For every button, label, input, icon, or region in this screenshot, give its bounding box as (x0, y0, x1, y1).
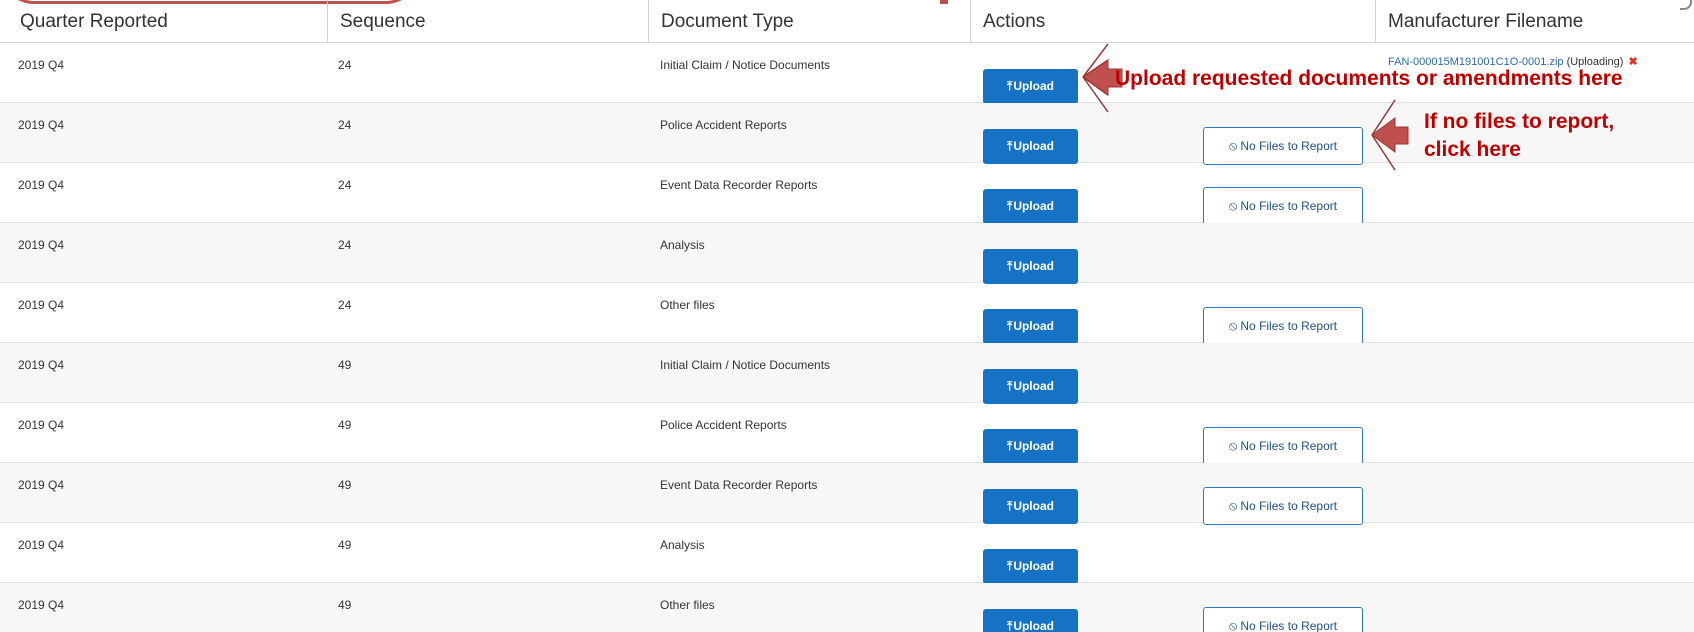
ban-icon: ⦸ (1228, 618, 1238, 632)
column-header-sequence[interactable]: Sequence (327, 0, 647, 43)
quarter-cell: 2019 Q4 (18, 298, 65, 312)
quarter-cell: 2019 Q4 (18, 538, 65, 552)
document-type-cell: Analysis (660, 238, 705, 252)
upload-icon: ⤒ (1007, 379, 1013, 393)
ban-icon: ⦸ (1228, 498, 1238, 513)
document-type-cell: Initial Claim / Notice Documents (660, 358, 831, 372)
upload-button-label: Upload (1013, 259, 1054, 273)
table-row: 2019 Q4 49 Initial Claim / Notice Document… (0, 343, 1694, 404)
no-files-button-label: No Files to Report (1240, 619, 1338, 632)
no-files-hint-line-1: If no files to report, (1424, 110, 1615, 133)
document-type-cell: Other files (660, 298, 715, 312)
no-files-to-report-button[interactable]: ⦸ No Files to Report (1203, 307, 1363, 345)
upload-button[interactable]: ⤒Upload (983, 429, 1078, 464)
sequence-cell: 49 (338, 358, 352, 372)
no-files-to-report-button[interactable]: ⦸ No Files to Report (1203, 427, 1363, 465)
no-files-button-label: No Files to Report (1240, 499, 1338, 513)
column-header-quarter[interactable]: Quarter Reported (0, 0, 327, 43)
no-files-to-report-button[interactable]: ⦸ No Files to Report (1203, 487, 1363, 525)
upload-button[interactable]: ⤒Upload (983, 189, 1078, 224)
upload-button[interactable]: ⤒Upload (983, 549, 1078, 584)
upload-icon: ⤒ (1007, 79, 1013, 93)
column-header-actions: Actions (970, 0, 1370, 43)
table-row: 2019 Q4 24 Other files ⤒Upload ⦸ No Files to … (0, 283, 1694, 345)
upload-button-label: Upload (1013, 79, 1054, 93)
upload-button-label: Upload (1013, 499, 1054, 513)
upload-icon: ⤒ (1007, 499, 1013, 513)
upload-button-label: Upload (1013, 319, 1054, 333)
no-files-hint-annotation: If no files to report, click here (1424, 108, 1684, 164)
upload-button[interactable]: ⤒Upload (983, 129, 1078, 164)
document-type-cell: Event Data Recorder Reports (660, 478, 818, 492)
upload-button[interactable]: ⤒Upload (983, 609, 1078, 632)
upload-button[interactable]: ⤒Upload (983, 369, 1078, 404)
upload-icon: ⤒ (1007, 259, 1013, 273)
document-type-cell: Event Data Recorder Reports (660, 178, 818, 192)
sequence-cell: 24 (338, 238, 352, 252)
no-files-button-label: No Files to Report (1240, 199, 1338, 213)
ban-icon: ⦸ (1228, 138, 1238, 153)
upload-button-label: Upload (1013, 439, 1054, 453)
upload-button-label: Upload (1013, 379, 1054, 393)
upload-button[interactable]: ⤒Upload (983, 489, 1078, 524)
sequence-cell: 24 (338, 118, 352, 132)
quarter-cell: 2019 Q4 (18, 358, 65, 372)
sequence-cell: 24 (338, 58, 352, 72)
quarter-cell: 2019 Q4 (18, 418, 65, 432)
table-row: 2019 Q4 49 Event Data Recorder Reports ⤒Upl… (0, 463, 1694, 525)
document-type-cell: Analysis (660, 538, 705, 552)
document-type-cell: Police Accident Reports (660, 118, 787, 132)
column-header-document-type[interactable]: Document Type (648, 0, 968, 43)
sequence-cell: 49 (338, 598, 352, 612)
upload-button-label: Upload (1013, 199, 1054, 213)
document-type-cell: Other files (660, 598, 715, 612)
no-files-hint-line-2: click here (1424, 138, 1521, 161)
upload-button[interactable]: ⤒Upload (983, 69, 1078, 104)
table-row: 2019 Q4 49 Analysis ⤒Upload (0, 523, 1694, 584)
upload-hint-annotation: Upload requested documents or amendments… (1115, 67, 1623, 90)
quarter-cell: 2019 Q4 (18, 58, 65, 72)
ban-icon: ⦸ (1228, 198, 1238, 213)
document-type-cell: Police Accident Reports (660, 418, 787, 432)
sequence-cell: 49 (338, 478, 352, 492)
upload-icon: ⤒ (1007, 199, 1013, 213)
no-files-to-report-button[interactable]: ⦸ No Files to Report (1203, 127, 1363, 165)
upload-icon: ⤒ (1007, 319, 1013, 333)
quarter-cell: 2019 Q4 (18, 478, 65, 492)
column-header-manufacturer-filename[interactable]: Manufacturer Filename (1375, 0, 1694, 43)
close-icon[interactable]: ✖ (1629, 56, 1638, 68)
sequence-cell: 49 (338, 538, 352, 552)
sequence-cell: 49 (338, 418, 352, 432)
sequence-cell: 24 (338, 178, 352, 192)
upload-button[interactable]: ⤒Upload (983, 309, 1078, 344)
document-type-cell: Initial Claim / Notice Documents (660, 58, 831, 72)
quarter-cell: 2019 Q4 (18, 178, 65, 192)
sequence-cell: 24 (338, 298, 352, 312)
table-row: 2019 Q4 24 Analysis ⤒Upload (0, 223, 1694, 284)
no-files-to-report-button[interactable]: ⦸ No Files to Report (1203, 187, 1363, 225)
quarter-cell: 2019 Q4 (18, 238, 65, 252)
no-files-button-label: No Files to Report (1240, 319, 1338, 333)
upload-icon: ⤒ (1007, 139, 1013, 153)
upload-button-label: Upload (1013, 139, 1054, 153)
no-files-button-label: No Files to Report (1240, 139, 1338, 153)
upload-button[interactable]: ⤒Upload (983, 249, 1078, 284)
table-row: 2019 Q4 49 Other files ⤒Upload ⦸ No Files to … (0, 583, 1694, 632)
ban-icon: ⦸ (1228, 318, 1238, 333)
quarter-cell: 2019 Q4 (18, 118, 65, 132)
ban-icon: ⦸ (1228, 438, 1238, 453)
upload-button-label: Upload (1013, 619, 1054, 632)
no-files-to-report-button[interactable]: ⦸ No Files to Report (1203, 607, 1363, 632)
upload-icon: ⤒ (1007, 439, 1013, 453)
upload-icon: ⤒ (1007, 559, 1013, 573)
table-row: 2019 Q4 24 Event Data Recorder Reports ⤒Upl… (0, 163, 1694, 225)
upload-icon: ⤒ (1007, 619, 1013, 632)
upload-button-label: Upload (1013, 559, 1054, 573)
table-row: 2019 Q4 49 Police Accident Reports ⤒Upload ⦸… (0, 403, 1694, 465)
no-files-button-label: No Files to Report (1240, 439, 1338, 453)
quarter-cell: 2019 Q4 (18, 598, 65, 612)
table-header: Quarter Reported Sequence Document Type … (0, 0, 1694, 43)
